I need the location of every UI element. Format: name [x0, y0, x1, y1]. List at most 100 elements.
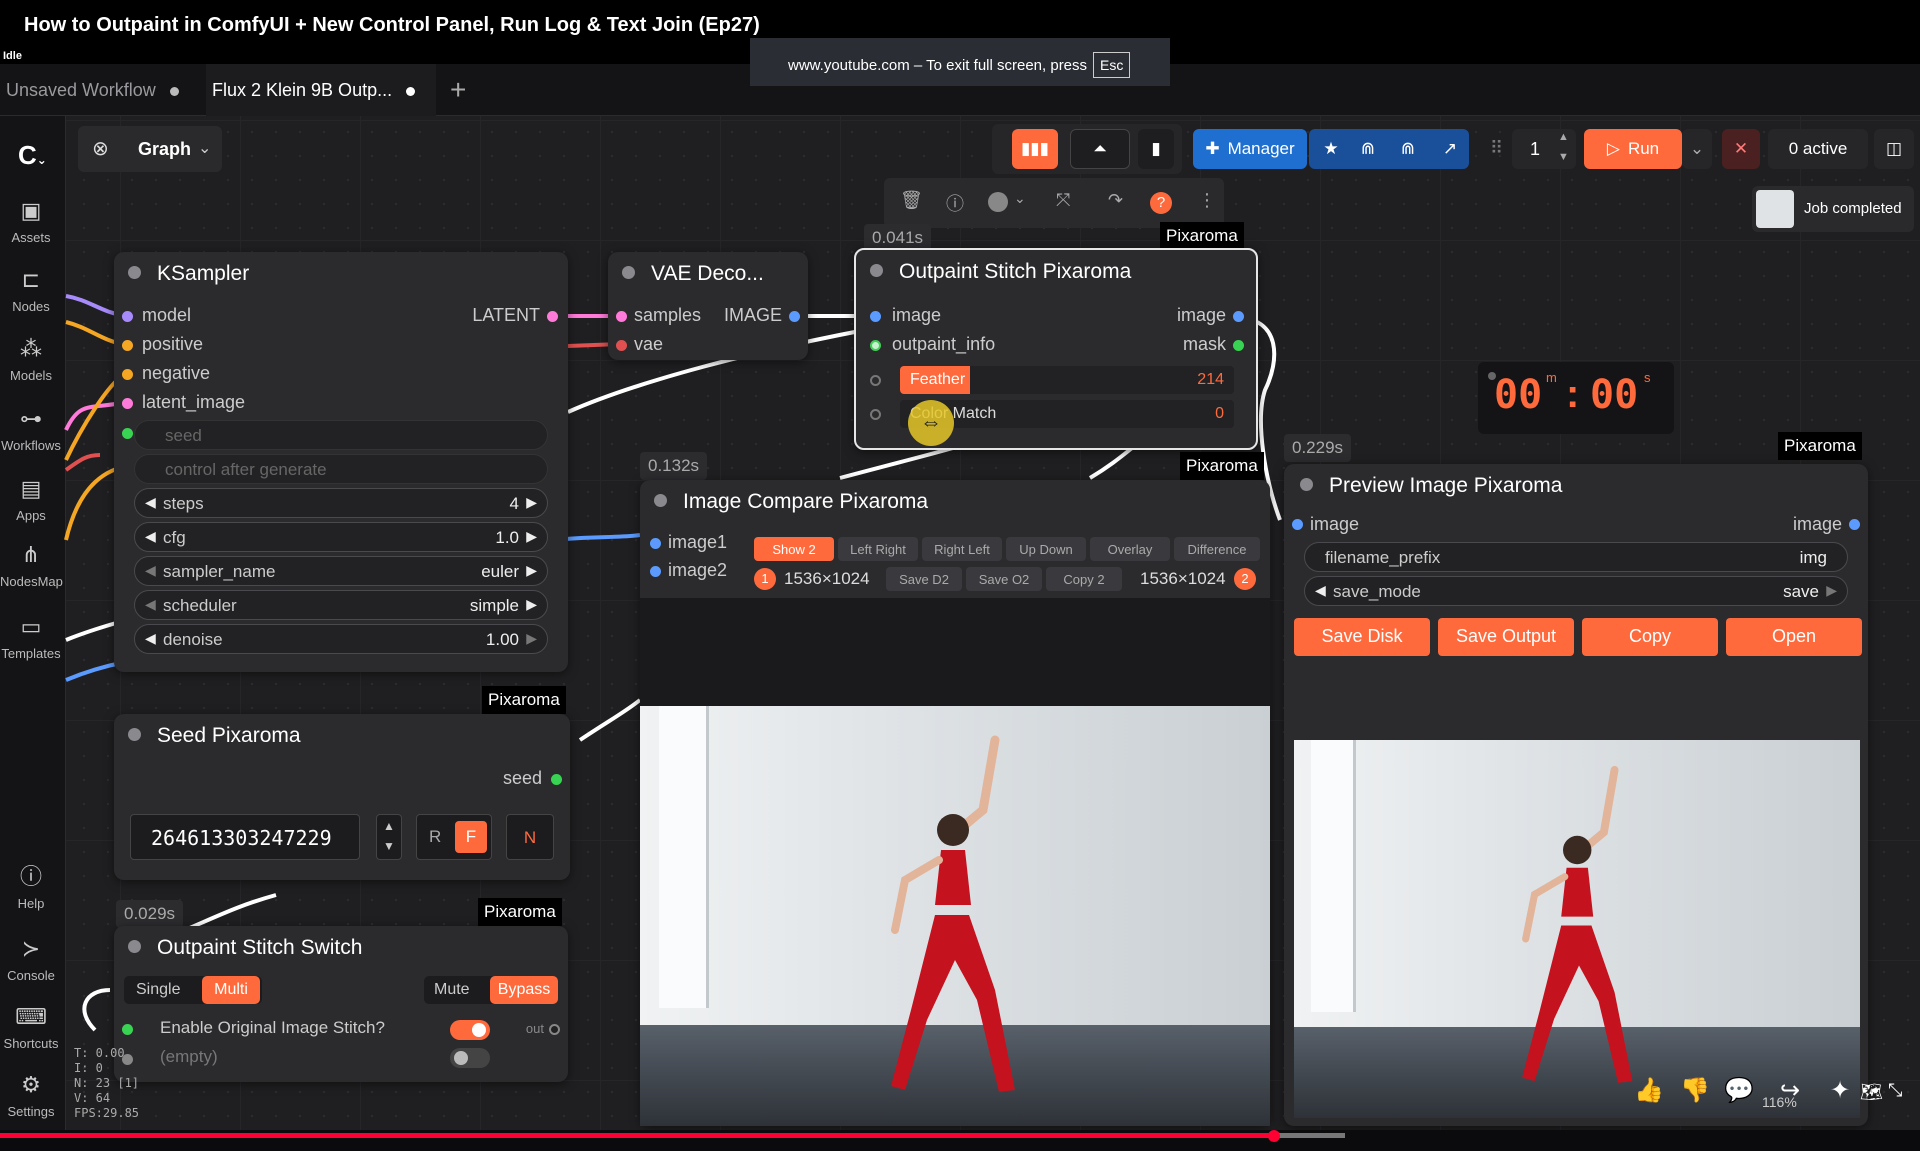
preview-image[interactable]	[1294, 740, 1860, 1118]
decrement-icon[interactable]: ◀	[145, 494, 156, 511]
thumbs-down-icon[interactable]: 👎	[1680, 1076, 1710, 1105]
input-label-image1: image1	[668, 532, 728, 552]
chevron-down-icon[interactable]: ⌄	[1014, 190, 1026, 207]
mode-up-down-button[interactable]: Up Down	[1006, 537, 1086, 561]
seed-value-input[interactable]: 264613303247229	[130, 814, 360, 860]
filename-prefix-widget[interactable]: filename_prefix img	[1304, 542, 1848, 572]
save-disk-button[interactable]: Save Disk	[1294, 618, 1430, 656]
cfg-widget[interactable]: ◀ cfg 1.0 ▶	[134, 522, 548, 552]
input-pin[interactable]	[122, 340, 133, 351]
copy-button[interactable]: Copy	[1582, 618, 1718, 656]
input-pin[interactable]	[650, 566, 661, 577]
mode-right-left-button[interactable]: Right Left	[922, 537, 1002, 561]
feather-slider[interactable]: Feather 214	[900, 366, 1234, 394]
save-d2-button[interactable]: Save D2	[886, 567, 962, 591]
denoise-widget[interactable]: ◀ denoise 1.00 ▶	[134, 624, 548, 654]
increment-icon[interactable]: ▲	[383, 819, 395, 833]
input-pin[interactable]	[122, 398, 133, 409]
seed-pixaroma-node[interactable]: Seed Pixaroma seed 264613303247229 ▲ ▼ R…	[114, 714, 570, 880]
save-o2-button[interactable]: Save O2	[966, 567, 1042, 591]
decrement-icon[interactable]: ◀	[145, 596, 156, 613]
save-output-button[interactable]: Save Output	[1438, 618, 1574, 656]
info-icon[interactable]: ⓘ	[946, 190, 964, 216]
increment-icon[interactable]: ▶	[526, 630, 537, 647]
widget-value: simple	[469, 596, 519, 615]
input-pin[interactable]	[122, 1024, 133, 1035]
outpaint-stitch-switch-node[interactable]: Outpaint Stitch Switch Single Multi Mute…	[114, 926, 568, 1082]
increment-icon[interactable]: ▶	[526, 596, 537, 613]
compare-image[interactable]	[640, 706, 1270, 1126]
preview-image-node[interactable]: Preview Image Pixaroma image image filen…	[1284, 464, 1868, 1126]
map-icon[interactable]: 🗺	[1860, 1082, 1883, 1103]
input-pin[interactable]	[870, 340, 881, 351]
output-pin[interactable]	[789, 311, 800, 322]
share-icon[interactable]: ↪	[1780, 1076, 1800, 1105]
decrement-icon[interactable]: ▼	[383, 839, 395, 853]
video-progress[interactable]	[0, 1130, 1920, 1151]
seed-fixed-button[interactable]: F	[455, 821, 487, 853]
mode-left-right-button[interactable]: Left Right	[838, 537, 918, 561]
mode-overlay-button[interactable]: Overlay	[1090, 537, 1170, 561]
seed-input-pin[interactable]	[122, 428, 133, 439]
input-pin[interactable]	[616, 311, 627, 322]
increment-icon[interactable]: ▶	[526, 494, 537, 511]
image2-badge: 2	[1234, 568, 1256, 590]
decrement-icon[interactable]: ◀	[145, 630, 156, 647]
save-mode-widget[interactable]: ◀ save_mode save ▶	[1304, 576, 1848, 606]
input-pin[interactable]	[870, 311, 881, 322]
multi-button[interactable]: Multi	[202, 976, 260, 1004]
output-pin[interactable]	[1233, 311, 1244, 322]
node-selection-toolbar: 🗑 ⓘ ⌄ ⤧ ↷ ? ⋮	[884, 178, 1224, 228]
widget-input-pin[interactable]	[870, 375, 881, 386]
seed-new-button[interactable]: N	[506, 814, 554, 860]
ksampler-node[interactable]: KSampler model positive negative latent_…	[114, 252, 568, 672]
output-pin[interactable]	[549, 1024, 560, 1035]
decrement-icon[interactable]: ◀	[145, 528, 156, 545]
input-pin[interactable]	[650, 538, 661, 549]
scrubber-handle[interactable]	[1268, 1130, 1280, 1142]
output-pin[interactable]	[1233, 340, 1244, 351]
output-pin[interactable]	[551, 774, 562, 785]
scheduler-widget[interactable]: ◀ scheduler simple ▶	[134, 590, 548, 620]
steps-widget[interactable]: ◀ steps 4 ▶	[134, 488, 548, 518]
empty-toggle[interactable]	[450, 1048, 490, 1068]
help-icon[interactable]: ?	[1150, 192, 1172, 214]
seed-widget[interactable]: seed	[134, 420, 548, 450]
mute-button[interactable]: Mute	[434, 981, 470, 999]
collapse-icon[interactable]: ⤧	[1056, 190, 1070, 211]
comments-icon[interactable]: 💬	[1724, 1076, 1754, 1105]
output-pin[interactable]	[1849, 519, 1860, 530]
single-button[interactable]: Single	[136, 981, 180, 999]
decrement-icon[interactable]: ◀	[1315, 582, 1326, 599]
bypass-icon[interactable]: ↷	[1108, 190, 1123, 211]
increment-icon[interactable]: ▶	[526, 562, 537, 579]
seed-random-button[interactable]: R	[429, 827, 441, 847]
open-button[interactable]: Open	[1726, 618, 1862, 656]
output-pin[interactable]	[547, 311, 558, 322]
more-options-icon[interactable]: ⋮	[1198, 190, 1216, 211]
input-pin[interactable]	[122, 311, 133, 322]
widget-input-pin[interactable]	[870, 409, 881, 420]
mode-difference-button[interactable]: Difference	[1174, 537, 1260, 561]
trash-icon[interactable]: 🗑	[900, 190, 923, 211]
vae-decode-node[interactable]: VAE Deco... samples vae IMAGE	[608, 252, 808, 360]
input-pin[interactable]	[1292, 519, 1303, 530]
sparkle-icon[interactable]: ✦	[1830, 1076, 1850, 1105]
control-after-generate-widget[interactable]: control after generate	[134, 454, 548, 484]
bypass-button[interactable]: Bypass	[490, 976, 558, 1004]
thumbs-up-icon[interactable]: 👍	[1634, 1076, 1664, 1105]
seed-stepper[interactable]: ▲ ▼	[376, 814, 402, 860]
copy-2-button[interactable]: Copy 2	[1046, 567, 1122, 591]
image-compare-node[interactable]: Image Compare Pixaroma image1 image2 Sho…	[640, 480, 1270, 1126]
decrement-icon[interactable]: ◀	[145, 562, 156, 579]
increment-icon[interactable]: ▶	[526, 528, 537, 545]
increment-icon[interactable]: ▶	[1826, 582, 1837, 599]
color-picker-icon[interactable]	[988, 192, 1008, 212]
input-pin[interactable]	[616, 340, 627, 351]
enable-stitch-toggle[interactable]	[450, 1020, 490, 1040]
input-pin[interactable]	[122, 369, 133, 380]
mode-show2-button[interactable]: Show 2	[754, 537, 834, 561]
sampler-name-widget[interactable]: ◀ sampler_name euler ▶	[134, 556, 548, 586]
mute-bypass-toggle: Mute Bypass	[424, 976, 558, 1004]
fit-view-icon[interactable]: ⤡	[1888, 1080, 1902, 1101]
